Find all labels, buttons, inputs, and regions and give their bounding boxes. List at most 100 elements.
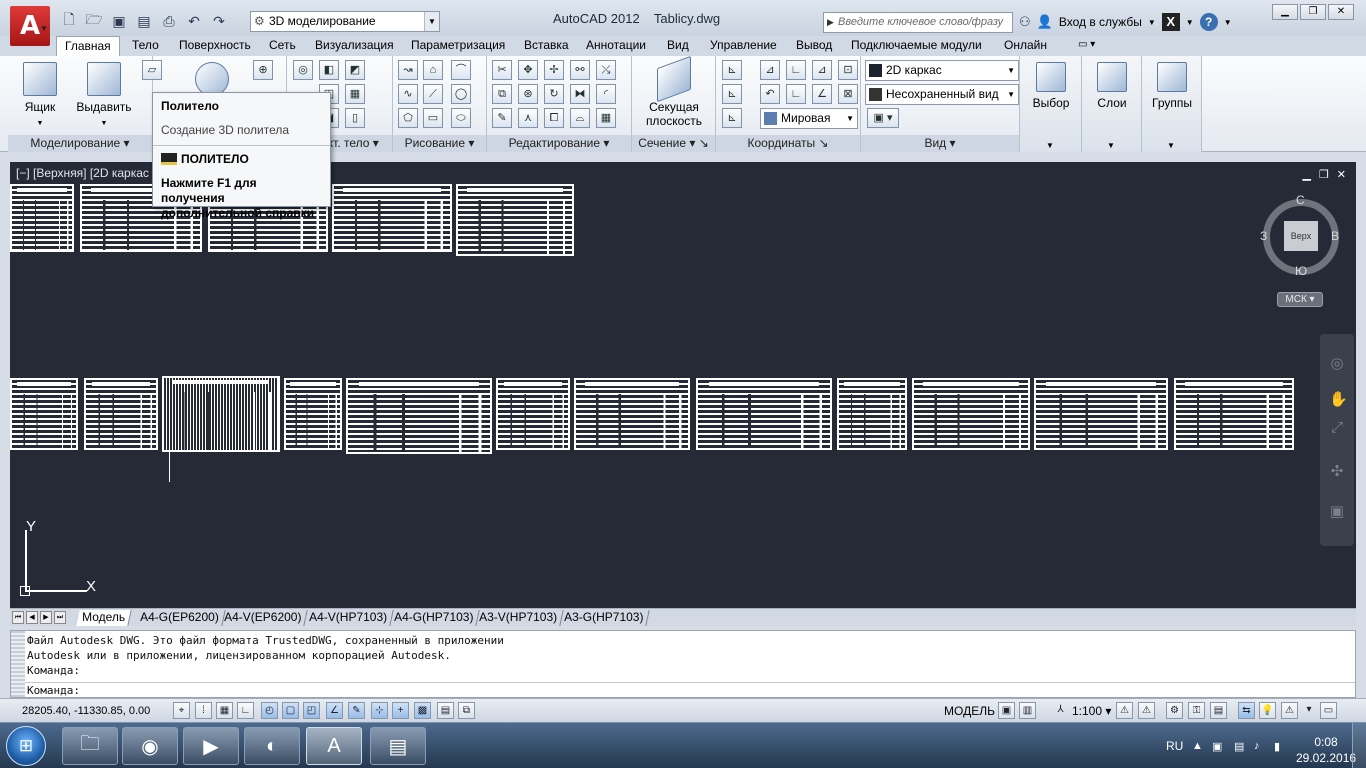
chevron-down-icon[interactable]: ▼ — [1224, 18, 1232, 27]
chevron-down-icon[interactable]: ▼ — [1046, 141, 1054, 150]
dynamic-input-icon[interactable]: ⊹ — [371, 702, 388, 719]
compass-south[interactable]: Ю — [1295, 264, 1307, 278]
snap-mode-icon[interactable]: ⁞ — [195, 702, 212, 719]
status-menu-icon[interactable]: ▾ — [1303, 702, 1315, 719]
tab-surface[interactable]: Поверхность — [179, 36, 251, 56]
showmotion-icon[interactable]: ▣ — [1329, 504, 1345, 520]
last-layout-icon[interactable]: ⏭ — [54, 611, 66, 624]
panel-title-coordinates[interactable]: Координаты ↘ — [716, 135, 860, 152]
quick-properties-icon[interactable]: ▤ — [437, 702, 454, 719]
tab-insert[interactable]: Вставка — [524, 36, 569, 56]
erase-icon[interactable]: ✎ — [492, 108, 512, 128]
chevron-down-icon[interactable]: ▼ — [1107, 141, 1115, 150]
workspace-dropdown[interactable]: ⚙ 3D моделирование ▼ — [250, 11, 440, 32]
help-icon[interactable]: ? — [1199, 13, 1218, 31]
panel-title-section[interactable]: Сечение ▾ ↘ — [632, 135, 715, 152]
drawing-table[interactable] — [10, 184, 74, 252]
explode-icon[interactable]: ⤯ — [596, 60, 616, 80]
selection-cycling-icon[interactable]: ⧉ — [458, 702, 475, 719]
winrar-icon[interactable]: ▤ — [370, 727, 426, 765]
annotation-visibility-icon[interactable]: ⚠ — [1116, 702, 1133, 719]
panel-title-modify[interactable]: Редактирование ▾ — [487, 135, 631, 152]
ucs-x-icon[interactable]: ∟ — [786, 60, 806, 80]
stretch-icon[interactable]: ⌓ — [570, 108, 590, 128]
compass-east[interactable]: В — [1331, 229, 1339, 243]
media-player-icon[interactable]: ▶ — [183, 727, 239, 765]
layout-tab[interactable]: A3-V(HP7103) — [473, 610, 564, 626]
drawing-table[interactable] — [496, 378, 570, 450]
utility-app-icon[interactable]: ◐ — [244, 727, 300, 765]
drawing-table[interactable] — [574, 378, 690, 450]
drawing-table[interactable] — [10, 378, 78, 450]
tab-mesh[interactable]: Сеть — [269, 36, 296, 56]
ucs-world-dropdown[interactable]: Мировая ▼ — [760, 108, 858, 129]
model-space-toggle[interactable]: МОДЕЛЬ — [944, 704, 995, 718]
spline-icon[interactable]: ∿ — [398, 84, 418, 104]
drawing-table[interactable] — [912, 378, 1030, 450]
ortho-icon[interactable]: ∟ — [237, 702, 254, 719]
3d-rotate-icon[interactable]: ⊛ — [518, 84, 538, 104]
tab-plugins[interactable]: Подключаемые модули — [851, 36, 982, 56]
3d-align-icon[interactable]: ⋏ — [518, 108, 538, 128]
groups-button[interactable]: Группы — [1146, 62, 1198, 110]
annotation-scale-icon[interactable]: ⅄ — [1052, 702, 1069, 719]
lock-icon[interactable]: ⚿ — [1188, 702, 1205, 719]
drawing-table[interactable] — [1174, 378, 1294, 450]
tab-output[interactable]: Вывод — [796, 36, 832, 56]
subtract-icon[interactable]: ◧ — [319, 60, 339, 80]
search-input[interactable]: ▶ Введите ключевое слово/фразу — [823, 12, 1013, 33]
ucs-3point-icon[interactable]: ⊿ — [760, 60, 780, 80]
tab-online[interactable]: Онлайн — [1004, 36, 1047, 56]
chevron-down-icon[interactable]: ▼ — [1167, 141, 1175, 150]
arc-icon[interactable]: ⌒ — [451, 60, 471, 80]
drawing-table[interactable] — [456, 184, 574, 256]
save-icon[interactable]: ▣ — [108, 11, 130, 31]
viewport-controls-label[interactable]: [−] [Верхняя] [2D каркас — [16, 166, 149, 180]
network-icon[interactable]: ▣ — [1212, 740, 1222, 753]
ellipse-icon[interactable]: ⬭ — [451, 108, 471, 128]
copy-icon[interactable]: ⧉ — [492, 84, 512, 104]
layout-tab-model[interactable]: Модель — [76, 610, 132, 626]
tab-annotate[interactable]: Аннотации — [586, 36, 646, 56]
layout-tab[interactable]: A4-V(HP7103) — [303, 610, 394, 626]
construction-line-icon[interactable]: ⟋ — [423, 84, 443, 104]
section-plane-button[interactable]: Секущая плоскость — [640, 55, 708, 128]
layout-tab[interactable]: A4-V(EP6200) — [218, 610, 309, 626]
tab-render[interactable]: Визуализация — [315, 36, 394, 56]
coordinates-readout[interactable]: 28205.40, -11330.85, 0.00 — [22, 705, 150, 717]
redo-icon[interactable]: ↷ — [208, 11, 230, 31]
union-icon[interactable]: ◎ — [293, 60, 313, 80]
user-icon[interactable]: 👤 — [1037, 14, 1053, 30]
otrack-icon[interactable]: ∠ — [326, 702, 343, 719]
explorer-icon[interactable]: 🗀 — [62, 727, 118, 765]
tab-manage[interactable]: Управление — [710, 36, 777, 56]
chevron-down-icon[interactable]: ▼ — [1148, 18, 1156, 27]
trim-icon[interactable]: ✂ — [492, 60, 512, 80]
autocad-taskbar-icon[interactable]: A — [306, 727, 362, 765]
chevron-down-icon[interactable]: ▼ — [1186, 18, 1194, 27]
show-desktop-button[interactable] — [1352, 723, 1366, 768]
drawing-table[interactable] — [346, 378, 492, 454]
ucs-z-icon[interactable]: ∠ — [812, 84, 832, 104]
separate-icon[interactable]: ▯ — [345, 108, 365, 128]
tab-solid[interactable]: Тело — [132, 36, 159, 56]
minimize-icon[interactable]: ▁ — [1302, 168, 1310, 181]
ucs-y-icon[interactable]: ∟ — [786, 84, 806, 104]
viewcube-top-face[interactable]: Верх — [1284, 221, 1318, 251]
compass-north[interactable]: С — [1296, 193, 1305, 207]
polar-tracking-icon[interactable]: ◴ — [261, 702, 278, 719]
scale-icon[interactable]: ⚯ — [570, 60, 590, 80]
infer-constraints-icon[interactable]: ⌖ — [173, 702, 190, 719]
compass-west[interactable]: З — [1260, 229, 1267, 243]
auto-scale-icon[interactable]: ⚠ — [1138, 702, 1155, 719]
prev-layout-icon[interactable]: ◀ — [26, 611, 38, 624]
rectangle-icon[interactable]: ▭ — [423, 108, 443, 128]
expand-arrow-icon[interactable]: ▶ — [827, 13, 834, 32]
next-layout-icon[interactable]: ▶ — [40, 611, 52, 624]
clean-screen-hint-icon[interactable]: ⚠ — [1281, 702, 1298, 719]
object-snap-icon[interactable]: ▢ — [282, 702, 299, 719]
layout-tab[interactable]: A4-G(HP7103) — [388, 610, 481, 626]
ucs-named-icon[interactable]: ⊾ — [722, 84, 742, 104]
ucs-previous-icon[interactable]: ↶ — [760, 84, 780, 104]
dynamic-ucs-icon[interactable]: ✎ — [348, 702, 365, 719]
